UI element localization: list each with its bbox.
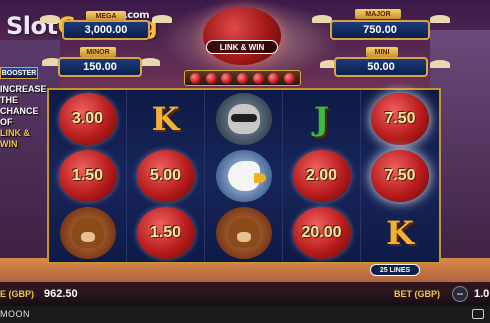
- bet-label: BET (GBP): [394, 289, 440, 299]
- balance-label: E (GBP): [0, 289, 35, 299]
- mega-jackpot-label: MEGA: [86, 11, 126, 21]
- bear-icon: [227, 218, 260, 249]
- minor-jackpot-value: 150.00: [58, 57, 142, 77]
- fullscreen-icon[interactable]: [472, 309, 484, 319]
- bear-symbol: [59, 207, 116, 260]
- letter-j-symbol: J: [313, 99, 330, 138]
- eagle-symbol: [215, 149, 272, 202]
- reel-cell: [205, 147, 282, 204]
- lines-badge: 25 LINES: [370, 264, 420, 276]
- gem-icon: [268, 72, 280, 84]
- gem-icon: [190, 72, 202, 84]
- mega-jackpot-value: 3,000.00: [62, 20, 150, 40]
- raccoon-symbol: [215, 92, 272, 145]
- reel-column: 3.00 1.50: [49, 90, 127, 262]
- footer-bar: [0, 306, 490, 323]
- reel-cell: [49, 205, 126, 262]
- reel-cell: K: [127, 90, 204, 147]
- red-moon-emblem: [203, 7, 281, 65]
- game-title-footer: MOON: [0, 309, 30, 319]
- moon-coin-symbol: 2.00: [292, 149, 351, 202]
- reel-cell: [205, 205, 282, 262]
- horn-ornament: [152, 15, 172, 23]
- reel-cell: 20.00: [283, 205, 360, 262]
- moon-coin-symbol: 3.00: [58, 92, 117, 145]
- gem-icon: [205, 72, 217, 84]
- reel-cell: 1.50: [49, 147, 126, 204]
- letter-k-symbol: K: [386, 214, 414, 253]
- mini-jackpot-label: MINI: [366, 47, 398, 57]
- reel-cell: 7.50: [361, 90, 439, 147]
- major-jackpot-label: MAJOR: [355, 9, 401, 19]
- reel-cell: 2.00: [283, 147, 360, 204]
- reel-column: [205, 90, 283, 262]
- booster-button[interactable]: BOOSTER: [0, 67, 38, 79]
- horn-ornament: [312, 15, 332, 23]
- horn-ornament: [40, 15, 60, 23]
- gem-icon: [221, 72, 233, 84]
- reel-cell: J: [283, 90, 360, 147]
- reel-cell: 3.00: [49, 90, 126, 147]
- letter-k-symbol: K: [151, 99, 180, 138]
- gem-icon: [252, 72, 264, 84]
- reel-cell: 5.00: [127, 147, 204, 204]
- booster-description: INCREASE THE CHANCE OF LINK & WIN: [0, 84, 47, 149]
- moon-coin-symbol: 7.50: [370, 149, 429, 202]
- minor-jackpot-label: MINOR: [80, 47, 116, 57]
- reel-grid: 3.00 1.50 K 5.00 1.50 J 2.00 20.00 7.50 7.50 K: [47, 88, 441, 264]
- major-jackpot-value: 750.00: [330, 20, 430, 40]
- balance-value: 962.50: [44, 288, 78, 300]
- mini-jackpot-value: 50.00: [334, 57, 428, 77]
- moon-coin-symbol: 7.50: [370, 92, 429, 145]
- moon-coin-symbol: 5.00: [136, 149, 195, 202]
- moon-coin-symbol: 1.50: [58, 149, 117, 202]
- reel-cell: 7.50: [361, 147, 439, 204]
- reel-column: J 2.00 20.00: [283, 90, 361, 262]
- collection-gem-tray: [184, 70, 301, 86]
- reel-cell: 1.50: [127, 205, 204, 262]
- raccoon-icon: [227, 103, 260, 134]
- bear-symbol: [215, 207, 272, 260]
- gem-icon: [283, 72, 295, 84]
- reel-column: K 5.00 1.50: [127, 90, 205, 262]
- bear-icon: [71, 218, 104, 249]
- bet-value: 1.0: [474, 288, 490, 300]
- reel-column: 7.50 7.50 K: [361, 90, 439, 262]
- horn-ornament: [140, 58, 160, 66]
- bet-decrease-button[interactable]: −: [452, 286, 468, 302]
- reel-cell: K: [361, 205, 439, 262]
- horn-ornament: [430, 60, 450, 68]
- gem-icon: [236, 72, 248, 84]
- moon-coin-symbol: 1.50: [136, 207, 195, 260]
- eagle-icon: [227, 160, 266, 191]
- horn-ornament: [430, 15, 450, 23]
- reel-cell: [205, 90, 282, 147]
- moon-coin-symbol: 20.00: [292, 207, 351, 260]
- link-and-win-logo: LINK & WIN: [206, 40, 278, 54]
